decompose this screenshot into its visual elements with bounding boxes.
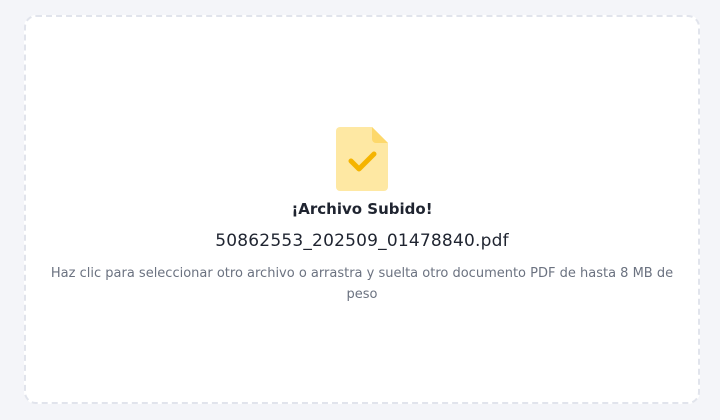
upload-hint: Haz clic para seleccionar otro archivo o… bbox=[50, 265, 674, 302]
upload-status-title: ¡Archivo Subido! bbox=[291, 199, 433, 218]
file-check-icon bbox=[336, 126, 388, 191]
uploaded-file-name: 50862553_202509_01478840.pdf bbox=[215, 230, 509, 251]
file-dropzone[interactable]: ¡Archivo Subido! 50862553_202509_0147884… bbox=[24, 15, 700, 404]
